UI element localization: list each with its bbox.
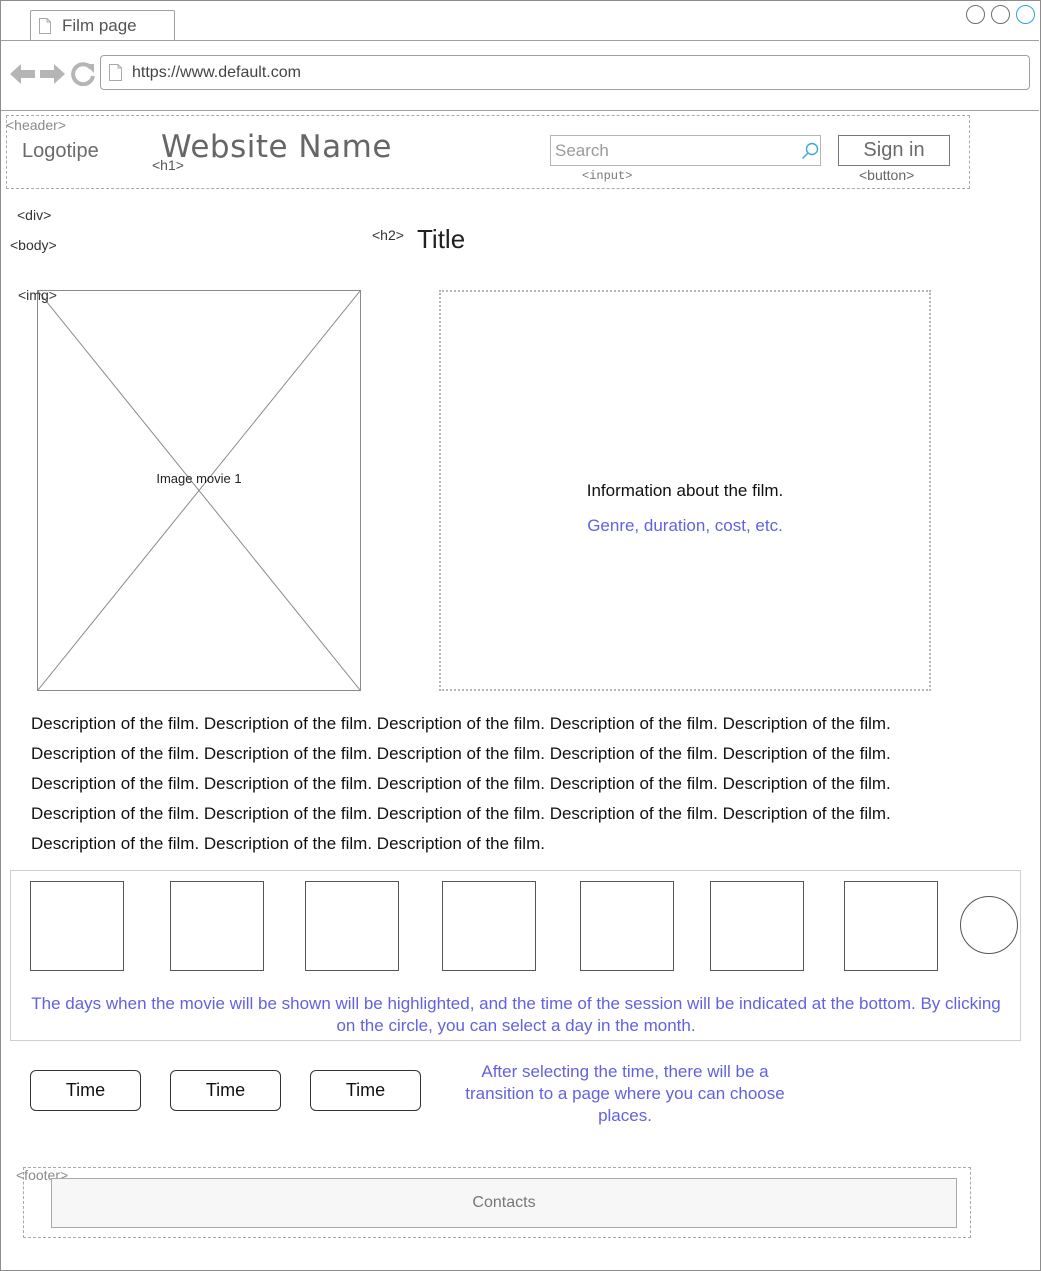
tab-bar-divider <box>1 40 1039 41</box>
sign-in-button[interactable]: Sign in <box>838 135 950 166</box>
day-cell[interactable] <box>580 881 674 971</box>
contacts-link[interactable]: Contacts <box>51 1178 957 1228</box>
day-cell[interactable] <box>30 881 124 971</box>
img-tag-label: <img> <box>18 287 57 303</box>
forward-arrow-icon[interactable] <box>39 62 65 86</box>
header-region <box>6 115 970 189</box>
film-info-panel: Information about the film. Genre, durat… <box>439 290 931 691</box>
day-cell[interactable] <box>844 881 938 971</box>
logo[interactable]: Logotipe <box>22 140 99 163</box>
search-icon[interactable] <box>801 142 819 160</box>
days-note: The days when the movie will be shown wi… <box>31 994 1001 1035</box>
day-cell[interactable] <box>710 881 804 971</box>
browser-tab[interactable]: Film page <box>30 10 175 40</box>
time-button[interactable]: Time <box>310 1070 421 1111</box>
window-maximize-button[interactable] <box>991 5 1010 24</box>
body-tag-label: <body> <box>10 237 57 253</box>
page-icon <box>109 64 122 81</box>
h1-tag-label: <h1> <box>152 157 184 173</box>
day-cell[interactable] <box>305 881 399 971</box>
day-cell[interactable] <box>170 881 264 971</box>
page-icon <box>39 18 51 34</box>
film-description: Description of the film. Description of … <box>31 714 891 853</box>
tab-title: Film page <box>62 16 137 35</box>
movie-image-placeholder: Image movie 1 <box>37 290 361 691</box>
window-minimize-button[interactable] <box>966 5 985 24</box>
image-label: Image movie 1 <box>156 471 242 486</box>
month-day-picker-button[interactable] <box>960 896 1018 954</box>
address-bar[interactable]: https://www.default.com <box>100 55 1030 90</box>
search-placeholder: Search <box>555 141 609 160</box>
image-placeholder-cross <box>38 291 360 690</box>
film-info-details: Genre, duration, cost, etc. <box>587 516 783 535</box>
div-tag-label: <div> <box>17 207 52 223</box>
time-button[interactable]: Time <box>30 1070 141 1111</box>
window-close-button[interactable] <box>1016 5 1035 24</box>
time-note: After selecting the time, there will be … <box>465 1062 785 1125</box>
days-selector: The days when the movie will be shown wi… <box>10 870 1021 1041</box>
toolbar-divider <box>1 110 1039 111</box>
day-cell[interactable] <box>442 881 536 971</box>
url-text: https://www.default.com <box>132 64 301 81</box>
reload-icon[interactable] <box>71 62 95 86</box>
search-input[interactable]: Search <box>550 135 821 166</box>
film-info-text: Information about the film. <box>586 481 784 500</box>
page-title: Title <box>417 224 466 254</box>
back-arrow-icon[interactable] <box>10 62 36 86</box>
time-button[interactable]: Time <box>170 1070 281 1111</box>
button-tag-label: <button> <box>859 167 915 183</box>
header-tag-label: <header> <box>6 117 66 133</box>
h2-tag-label: <h2> <box>372 227 404 243</box>
site-name-heading: Website Name <box>161 129 392 165</box>
input-tag-label: <input> <box>582 169 633 183</box>
